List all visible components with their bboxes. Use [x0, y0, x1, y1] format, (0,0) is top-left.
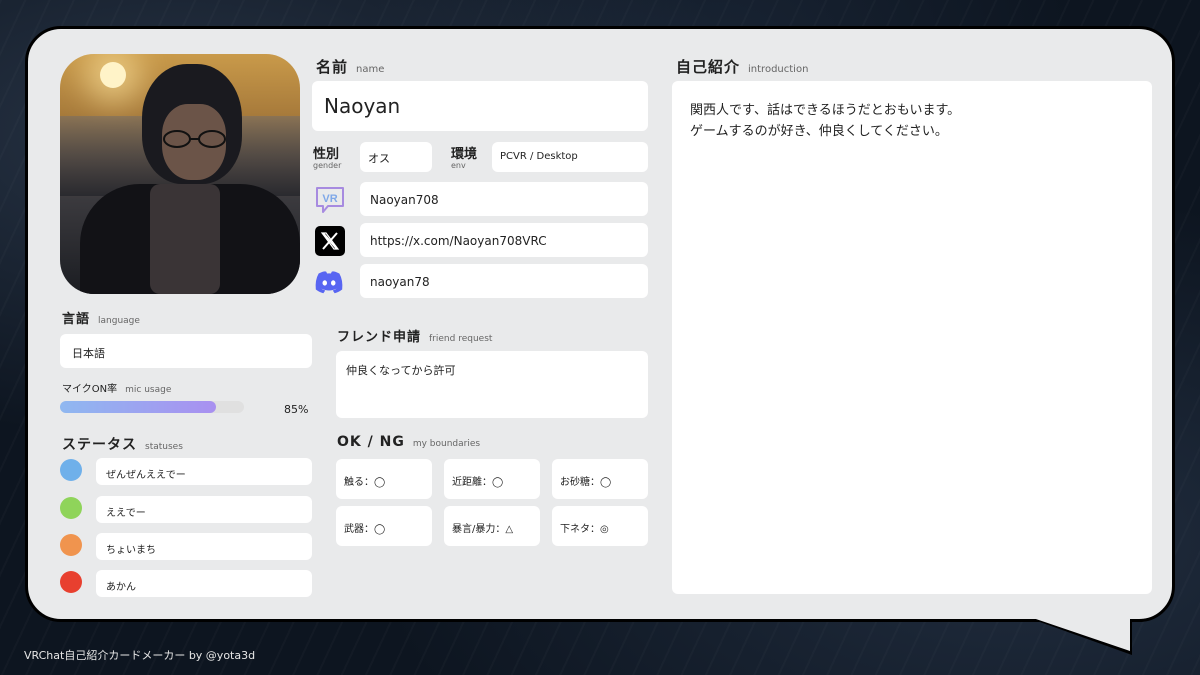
discord-icon	[315, 271, 343, 294]
boundaries-label-en: my boundaries	[412, 439, 481, 449]
language-field: 日本語	[60, 334, 312, 368]
glasses-icon	[163, 130, 226, 148]
status-dot	[60, 534, 82, 556]
introduction-label-jp: 自己紹介	[676, 58, 741, 76]
boundary-item: 近距離：◯	[444, 459, 540, 499]
vrchat-id-value: Naoyan708	[370, 193, 439, 207]
boundary-item-text: お砂糖：◯	[560, 477, 612, 488]
mic-usage-bar	[60, 401, 244, 413]
gender-value: オス	[368, 152, 390, 165]
name-label-en: name	[356, 64, 385, 75]
friend-request-label-jp: フレンド申請	[337, 330, 422, 345]
statuses-label-en: statuses	[145, 442, 183, 452]
footer-credit: VRChat自己紹介カードメーカー by @yota3d	[24, 649, 256, 662]
svg-text:VR: VR	[322, 193, 337, 205]
env-field: PCVR / Desktop	[492, 142, 648, 172]
boundaries-label-jp: OK / NG	[337, 434, 405, 450]
boundary-item: 下ネタ：◎	[552, 506, 648, 546]
introduction-line-1: 関西人です、話はできるほうだとおもいます。	[690, 103, 961, 118]
introduction-line-2: ゲームするのが好き、仲良くしてください。	[690, 124, 948, 139]
boundary-item-text: 下ネタ：◎	[560, 524, 609, 535]
introduction-field: 関西人です、話はできるほうだとおもいます。 ゲームするのが好き、仲良くしてくださ…	[672, 81, 1152, 594]
boundary-item-text: 触る：◯	[344, 477, 386, 488]
status-item-text: ちょいまち	[106, 545, 156, 556]
status-item-text: あかん	[106, 582, 136, 593]
avatar-chest	[150, 184, 220, 294]
avatar-photo	[60, 54, 300, 294]
status-item-text: ええでー	[106, 508, 146, 519]
statuses-label: ステータス statuses	[62, 434, 183, 454]
gender-label: 性別	[313, 147, 340, 162]
gender-field: オス	[360, 142, 432, 172]
mic-usage-percent: 85%	[284, 403, 309, 416]
name-field: Naoyan	[312, 81, 648, 131]
status-dot	[60, 571, 82, 593]
boundary-item: 触る：◯	[336, 459, 432, 499]
x-url-field: https://x.com/Naoyan708VRC	[360, 223, 648, 257]
speech-tail	[1030, 617, 1130, 651]
language-label-jp: 言語	[62, 312, 91, 327]
vrchat-icon: VR	[316, 187, 344, 213]
env-label-en: env	[451, 161, 466, 170]
status-item: ええでー	[96, 496, 312, 523]
name-label-jp: 名前	[316, 58, 349, 76]
mic-usage-fill	[60, 401, 217, 413]
status-dot	[60, 497, 82, 519]
status-dot	[60, 459, 82, 481]
status-item: ちょいまち	[96, 533, 312, 560]
friend-request-value: 仲良くなってから許可	[346, 364, 456, 377]
boundary-item-text: 武器：◯	[344, 524, 386, 535]
boundaries-label: OK / NG my boundaries	[337, 434, 480, 450]
statuses-label-jp: ステータス	[62, 437, 137, 453]
friend-request-label: フレンド申請 friend request	[337, 326, 492, 345]
language-value: 日本語	[72, 347, 105, 360]
boundary-item: 武器：◯	[336, 506, 432, 546]
language-label: 言語 language	[62, 308, 140, 327]
name-value: Naoyan	[324, 94, 401, 118]
mic-label-en: mic usage	[125, 385, 172, 395]
friend-request-field: 仲良くなってから許可	[336, 351, 648, 418]
boundary-item: 暴言/暴力：△	[444, 506, 540, 546]
language-label-en: language	[98, 316, 140, 326]
boundary-item: お砂糖：◯	[552, 459, 648, 499]
x-icon	[315, 226, 345, 256]
sun	[100, 62, 126, 88]
vrchat-id-field: Naoyan708	[360, 182, 648, 216]
mic-label-jp: マイクON率	[62, 384, 118, 395]
discord-id-value: naoyan78	[370, 275, 430, 289]
env-value: PCVR / Desktop	[500, 151, 578, 162]
env-label: 環境	[451, 147, 478, 162]
discord-id-field: naoyan78	[360, 264, 648, 298]
boundary-item-text: 暴言/暴力：△	[452, 524, 514, 535]
x-url-value: https://x.com/Naoyan708VRC	[370, 234, 547, 248]
status-item-text: ぜんぜんええでー	[106, 470, 186, 481]
status-item: あかん	[96, 570, 312, 597]
friend-request-label-en: friend request	[429, 334, 493, 344]
mic-label: マイクON率 mic usage	[62, 380, 171, 395]
gender-label-en: gender	[313, 161, 342, 170]
name-label: 名前 name	[316, 56, 384, 77]
introduction-label: 自己紹介 introduction	[676, 56, 808, 77]
boundary-item-text: 近距離：◯	[452, 477, 504, 488]
status-item: ぜんぜんええでー	[96, 458, 312, 485]
introduction-label-en: introduction	[748, 64, 809, 75]
